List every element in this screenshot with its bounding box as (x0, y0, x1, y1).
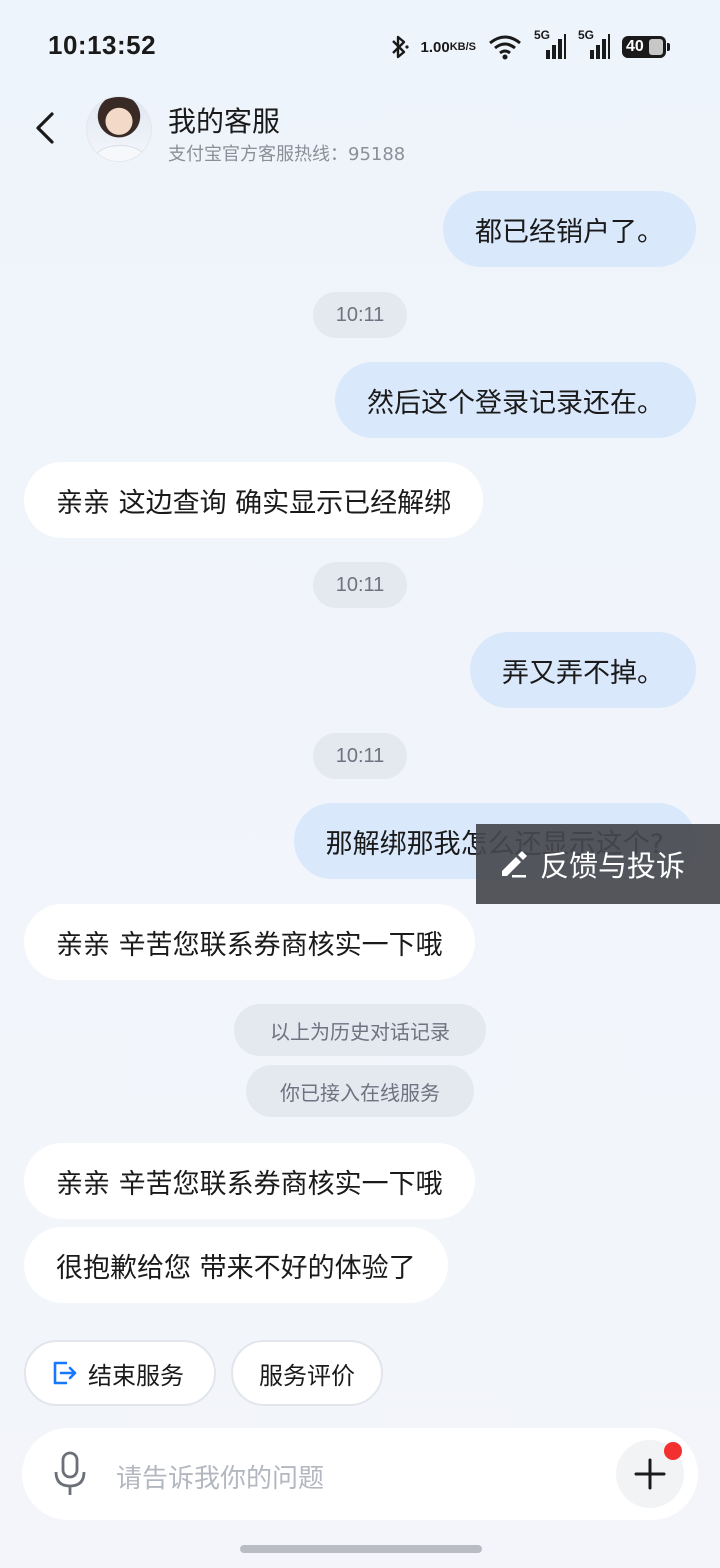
message-input-bar: 请告诉我你的问题 (22, 1428, 698, 1520)
agent-message[interactable]: 亲亲 这边查询 确实显示已经解绑 (24, 462, 484, 538)
service-connected-note: 你已接入在线服务 (246, 1065, 474, 1117)
agent-message[interactable]: 很抱歉给您 带来不好的体验了 (24, 1227, 448, 1303)
agent-message[interactable]: 亲亲 辛苦您联系券商核实一下哦 (24, 1143, 475, 1219)
agent-message[interactable]: 亲亲 辛苦您联系券商核实一下哦 (24, 904, 475, 980)
status-icons: 1.00 KB/S 5G 5G 40 (389, 28, 670, 62)
notification-badge (664, 1442, 682, 1460)
status-bar: 10:13:52 1.00 KB/S 5G 5G 40 (0, 0, 720, 92)
feedback-complaint-button[interactable]: 反馈与投诉 (476, 824, 720, 904)
battery-icon: 40 (622, 36, 670, 58)
wifi-icon (488, 34, 522, 60)
message-timestamp: 10:11 (313, 292, 407, 338)
hotline-subtitle: 支付宝官方客服热线：95188 (168, 144, 406, 165)
rate-service-label: 服务评价 (259, 1361, 355, 1390)
end-service-label: 结束服务 (88, 1361, 184, 1390)
message-timestamp: 10:11 (313, 733, 407, 779)
page-title: 我的客服 (168, 105, 281, 138)
battery-level: 40 (626, 38, 644, 55)
edit-pencil-icon (502, 851, 527, 878)
home-indicator[interactable] (240, 1545, 482, 1553)
user-message[interactable]: 然后这个登录记录还在。 (335, 362, 696, 438)
chevron-left-icon (36, 112, 54, 144)
back-button[interactable] (30, 108, 62, 148)
network-speed: 1.00 KB/S (420, 38, 476, 56)
status-time: 10:13:52 (48, 30, 157, 60)
signal-5g-icon-2: 5G (578, 28, 610, 60)
history-divider-note: 以上为历史对话记录 (234, 1004, 486, 1056)
user-message[interactable]: 弄又弄不掉。 (470, 632, 696, 708)
chat-header: 我的客服 支付宝官方客服热线：95188 (0, 92, 720, 172)
user-message[interactable]: 都已经销户了。 (443, 191, 696, 267)
message-timestamp: 10:11 (313, 562, 407, 608)
plus-icon (634, 1458, 666, 1490)
message-input[interactable]: 请告诉我你的问题 (116, 1458, 324, 1495)
feedback-label: 反馈与投诉 (540, 849, 686, 883)
exit-icon (53, 1361, 77, 1385)
signal-5g-icon: 5G (534, 28, 566, 60)
agent-avatar[interactable] (86, 96, 152, 162)
rate-service-button[interactable]: 服务评价 (231, 1340, 383, 1406)
bluetooth-icon (389, 34, 409, 60)
end-service-button[interactable]: 结束服务 (24, 1340, 216, 1406)
microphone-icon[interactable] (52, 1450, 88, 1498)
